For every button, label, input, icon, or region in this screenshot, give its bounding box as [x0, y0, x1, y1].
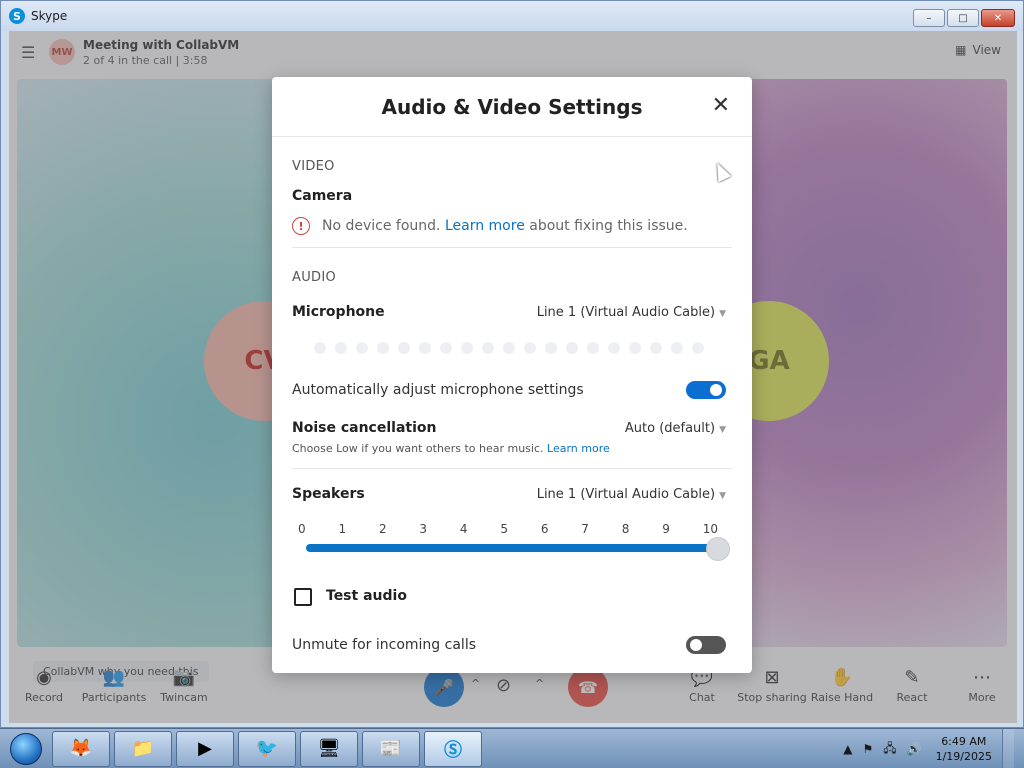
camera-warning-prefix: No device found. — [322, 218, 441, 234]
taskbar-skype[interactable]: Ⓢ — [424, 730, 482, 767]
close-button[interactable]: ✕ — [981, 9, 1015, 27]
taskbar-media-player[interactable]: ▶ — [176, 730, 234, 767]
folder-icon: 📁 — [131, 738, 155, 759]
window-controls: – □ ✕ — [913, 9, 1015, 27]
speakers-value: Line 1 (Virtual Audio Cable) — [536, 487, 716, 502]
volume-tick-label: 9 — [662, 522, 670, 536]
noise-hint-text: Choose Low if you want others to hear mu… — [292, 442, 544, 455]
noise-cancellation-hint: Choose Low if you want others to hear mu… — [292, 442, 610, 455]
skype-icon: Ⓢ — [444, 739, 462, 761]
windows-logo-icon — [10, 732, 42, 765]
microphone-level-meter — [314, 342, 704, 354]
thunderbird-icon: 🐦 — [255, 738, 279, 759]
camera-warning-suffix: about fixing this issue. — [529, 218, 688, 234]
noise-cancellation-value: Auto (default) — [624, 421, 716, 436]
volume-tick-label: 1 — [338, 522, 347, 536]
volume-tick-label: 2 — [378, 522, 387, 536]
divider — [292, 247, 732, 248]
chevron-down-icon: ▼ — [719, 425, 726, 435]
taskbar-control-panel[interactable]: 🖥 — [300, 730, 358, 767]
taskbar-firefox[interactable]: 🦊 — [52, 730, 110, 767]
firefox-icon: 🦊 — [69, 738, 93, 759]
microphone-select[interactable]: Line 1 (Virtual Audio Cable) ▼ — [537, 305, 726, 320]
toggle-knob — [710, 384, 722, 396]
audio-section-heading: AUDIO — [292, 270, 336, 285]
minimize-button[interactable]: – — [913, 9, 945, 27]
volume-tick-label: 10 — [702, 522, 718, 536]
dialog-title: Audio & Video Settings — [381, 94, 643, 119]
speakers-label: Speakers — [292, 486, 365, 502]
maximize-button[interactable]: □ — [947, 9, 979, 27]
taskbar: 🦊 📁 ▶ 🐦 🖥 📰 Ⓢ ▲ ⚑ 🖧 🔊 6:49 AM 1/19/2025 — [0, 728, 1024, 768]
system-tray: ▲ ⚑ 🖧 🔊 6:49 AM 1/19/2025 — [843, 729, 1024, 768]
warning-icon: ! — [292, 217, 310, 235]
video-section-heading: VIDEO — [292, 159, 335, 174]
volume-tick-labels: 0 1 2 3 4 5 6 7 8 9 10 — [298, 522, 718, 536]
auto-adjust-label: Automatically adjust microphone settings — [292, 382, 584, 398]
skype-logo-icon: S — [9, 8, 25, 24]
tray-expand-icon[interactable]: ▲ — [843, 742, 852, 756]
unmute-incoming-toggle[interactable] — [686, 636, 726, 654]
title-bar[interactable]: S Skype – □ ✕ — [1, 1, 1023, 31]
speaker-volume-slider-thumb[interactable] — [706, 537, 730, 561]
start-button[interactable] — [4, 729, 48, 768]
document-icon: 📰 — [379, 738, 403, 759]
speaker-volume-slider[interactable] — [306, 544, 718, 552]
microphone-label: Microphone — [292, 304, 385, 320]
camera-warning: ! No device found. Learn more about fixi… — [292, 217, 688, 235]
camera-learn-more-link[interactable]: Learn more — [445, 218, 525, 234]
camera-label: Camera — [292, 188, 353, 204]
noise-cancellation-select[interactable]: Auto (default) ▼ — [625, 421, 726, 436]
noise-learn-more-link[interactable]: Learn more — [547, 442, 610, 455]
control-panel-icon: 🖥 — [317, 738, 341, 759]
taskbar-explorer[interactable]: 📁 — [114, 730, 172, 767]
volume-icon[interactable]: 🔊 — [907, 742, 922, 756]
volume-tick-label: 8 — [621, 522, 630, 536]
chevron-down-icon: ▼ — [719, 309, 726, 319]
chevron-down-icon: ▼ — [719, 491, 726, 501]
divider — [292, 468, 732, 469]
network-icon[interactable]: 🖧 — [883, 739, 896, 760]
media-player-icon: ▶ — [198, 738, 212, 759]
volume-tick-label: 5 — [500, 522, 508, 536]
taskbar-document[interactable]: 📰 — [362, 730, 420, 767]
microphone-value: Line 1 (Virtual Audio Cable) — [536, 305, 716, 320]
audio-video-settings-dialog: Audio & Video Settings ✕ VIDEO Camera ! … — [272, 77, 752, 673]
volume-tick-label: 3 — [419, 522, 428, 536]
volume-tick-label: 0 — [298, 522, 306, 536]
noise-cancellation-label: Noise cancellation — [292, 420, 437, 436]
volume-tick-label: 6 — [540, 522, 549, 536]
dialog-header: Audio & Video Settings ✕ — [272, 77, 752, 137]
show-desktop-button[interactable] — [1002, 729, 1014, 768]
speakers-select[interactable]: Line 1 (Virtual Audio Cable) ▼ — [537, 487, 726, 502]
unmute-incoming-label: Unmute for incoming calls — [292, 637, 476, 653]
volume-tick-label: 4 — [459, 522, 468, 536]
clock-date: 1/19/2025 — [935, 750, 992, 763]
clock[interactable]: 6:49 AM 1/19/2025 — [936, 734, 992, 764]
test-audio-label[interactable]: Test audio — [326, 588, 407, 604]
dialog-close-icon[interactable]: ✕ — [712, 95, 730, 117]
window-title: Skype — [31, 9, 68, 23]
toggle-knob — [690, 639, 702, 651]
flag-icon[interactable]: ⚑ — [862, 742, 873, 756]
clock-time: 6:49 AM — [941, 735, 987, 748]
taskbar-thunderbird[interactable]: 🐦 — [238, 730, 296, 767]
volume-tick-label: 7 — [581, 522, 589, 536]
test-audio-checkbox[interactable] — [294, 588, 312, 606]
auto-adjust-toggle[interactable] — [686, 381, 726, 399]
